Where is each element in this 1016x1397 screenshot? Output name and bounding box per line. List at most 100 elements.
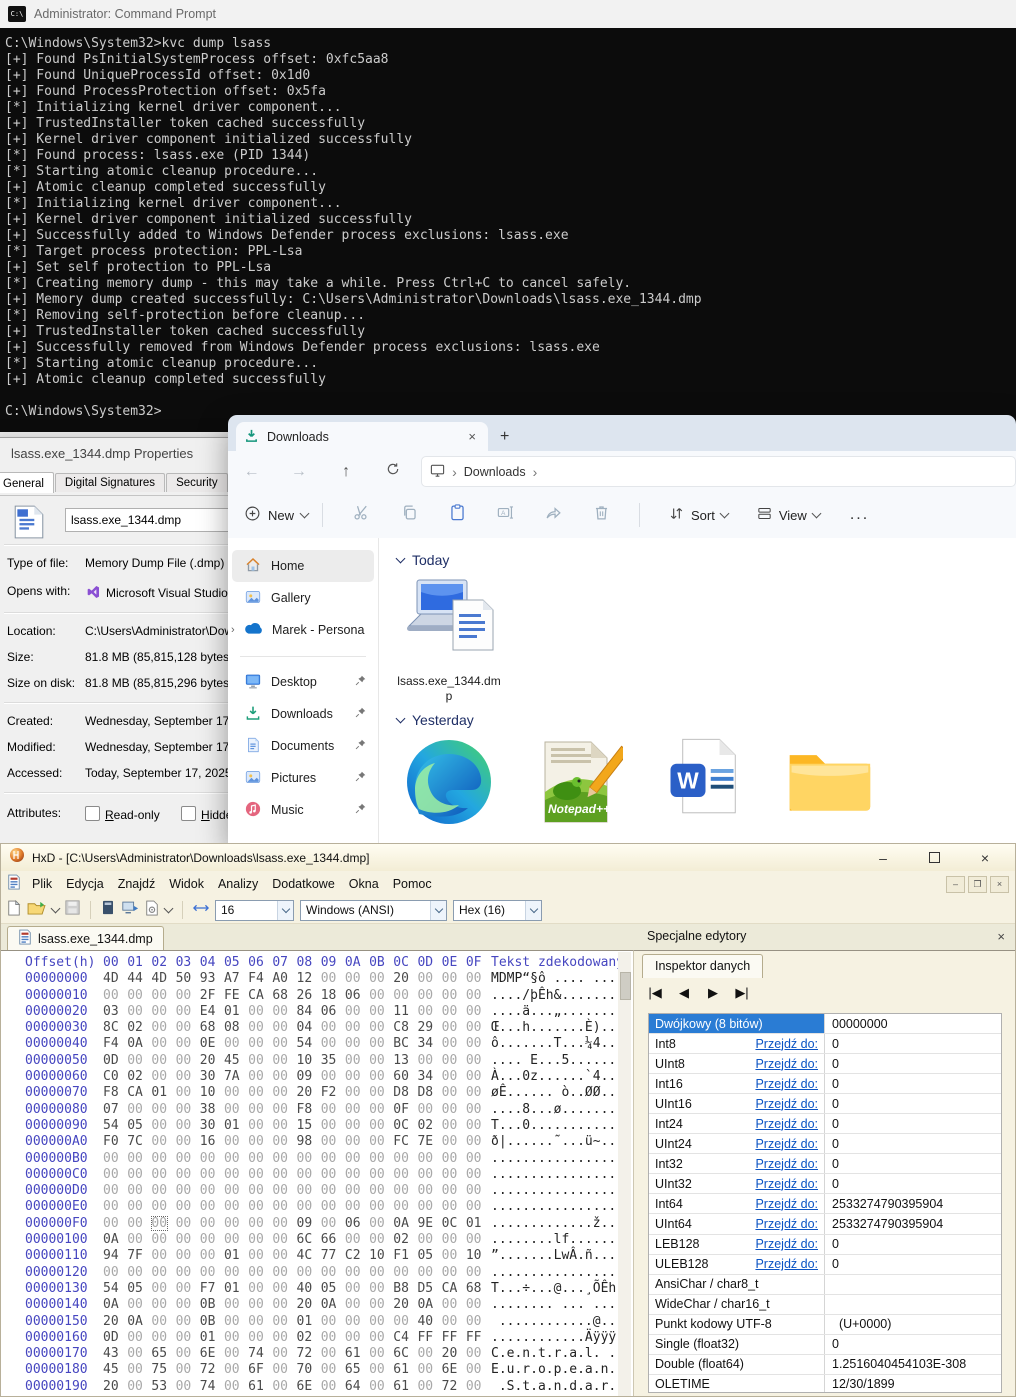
hex-byte[interactable]: 00 xyxy=(248,1053,272,1068)
hex-byte[interactable]: 00 xyxy=(151,1020,175,1035)
hex-byte[interactable]: 00 xyxy=(127,988,151,1003)
hex-byte[interactable]: 00 xyxy=(272,1232,296,1247)
hex-byte[interactable]: 61 xyxy=(393,1362,417,1377)
hex-byte[interactable]: 00 xyxy=(176,1053,200,1068)
hex-row[interactable]: 000001600D0000000100000002000000C4FFFFFF… xyxy=(1,1330,633,1346)
hex-byte[interactable]: 00 xyxy=(345,1036,369,1051)
hex-byte[interactable]: 00 xyxy=(127,1330,151,1345)
hex-byte[interactable]: 0C xyxy=(393,1118,417,1133)
hex-byte[interactable]: 00 xyxy=(417,1183,441,1198)
hex-byte[interactable]: 00 xyxy=(393,1183,417,1198)
hex-byte[interactable]: 00 xyxy=(272,1297,296,1312)
hex-row[interactable]: 0000019020005300740061006E00640061007200… xyxy=(1,1379,633,1395)
hex-byte[interactable]: 61 xyxy=(345,1346,369,1361)
hex-byte[interactable]: 00 xyxy=(151,1183,175,1198)
hex-byte[interactable]: 00 xyxy=(272,1346,296,1361)
inspector-row[interactable]: Dwójkowy (8 bitów)00000000 xyxy=(649,1014,1001,1034)
hex-byte[interactable]: 00 xyxy=(442,988,466,1003)
hex-byte[interactable]: 0E xyxy=(200,1036,224,1051)
hex-byte[interactable]: 00 xyxy=(151,1036,175,1051)
hex-byte[interactable]: 00 xyxy=(321,1151,345,1166)
hex-byte[interactable]: 0D xyxy=(103,1053,127,1068)
inspector-row[interactable]: Single (float32)0 xyxy=(649,1335,1001,1355)
hex-row[interactable]: 000001804500750072006F007000650061006E00… xyxy=(1,1362,633,1378)
command-prompt-titlebar[interactable]: C:\ Administrator: Command Prompt xyxy=(0,0,1016,28)
hex-byte[interactable]: 00 xyxy=(417,1004,441,1019)
hex-byte[interactable]: 00 xyxy=(321,1118,345,1133)
hex-byte[interactable]: 00 xyxy=(176,1004,200,1019)
panel-close-icon[interactable]: × xyxy=(997,929,1005,944)
view-button[interactable]: View xyxy=(756,505,820,525)
hex-byte[interactable]: 00 xyxy=(417,1167,441,1182)
hex-byte[interactable]: 7F xyxy=(127,1248,151,1263)
hex-byte[interactable]: 04 xyxy=(297,1020,321,1035)
hidden-checkbox[interactable] xyxy=(181,806,196,821)
hex-byte[interactable]: 00 xyxy=(321,1020,345,1035)
hex-byte[interactable]: 02 xyxy=(297,1330,321,1345)
hex-byte[interactable]: 00 xyxy=(248,1314,272,1329)
minimize-icon[interactable]: – xyxy=(861,850,905,866)
hex-byte[interactable]: 54 xyxy=(297,1036,321,1051)
hex-byte[interactable]: 00 xyxy=(369,1199,393,1214)
hex-byte[interactable]: 00 xyxy=(248,1134,272,1149)
inspector-row[interactable]: Punkt kodowy UTF-8 (U+0000) xyxy=(649,1315,1001,1335)
sidebar-item-downloads[interactable]: Downloads xyxy=(232,698,374,730)
hex-byte[interactable]: 50 xyxy=(176,971,200,986)
hex-byte[interactable]: 00 xyxy=(176,1248,200,1263)
paste-button[interactable] xyxy=(433,503,481,527)
menu-edycja[interactable]: Edycja xyxy=(59,877,111,891)
hex-byte[interactable]: 00 xyxy=(442,1314,466,1329)
hex-byte[interactable]: 0F xyxy=(393,1102,417,1117)
hex-byte[interactable]: 00 xyxy=(151,1151,175,1166)
hex-byte[interactable]: 00 xyxy=(151,1330,175,1345)
hex-byte[interactable]: 0B xyxy=(200,1297,224,1312)
inspector-row[interactable]: LEB128Przejdź do:0 xyxy=(649,1235,1001,1255)
hex-byte[interactable]: FF xyxy=(442,1330,466,1345)
hex-byte[interactable]: F7 xyxy=(200,1281,224,1296)
hex-byte[interactable]: 01 xyxy=(151,1085,175,1100)
hex-byte[interactable]: 20 xyxy=(200,1053,224,1068)
hex-byte[interactable]: 00 xyxy=(127,1199,151,1214)
hex-byte[interactable]: 00 xyxy=(369,1102,393,1117)
sidebar-item-documents[interactable]: Documents xyxy=(232,730,374,762)
hex-byte[interactable]: 26 xyxy=(297,988,321,1003)
hex-byte[interactable]: 00 xyxy=(103,1183,127,1198)
hex-row[interactable]: 00000110947F0000000100004C77C210F1050010… xyxy=(1,1248,633,1264)
hex-byte[interactable]: 00 xyxy=(248,1167,272,1182)
menu-znajdz[interactable]: Znajdź xyxy=(111,877,163,891)
hex-byte[interactable]: 00 xyxy=(224,1183,248,1198)
menu-okna[interactable]: Okna xyxy=(342,877,386,891)
hex-scrollbar[interactable] xyxy=(618,952,631,1396)
hex-byte[interactable]: 9E xyxy=(417,1216,441,1231)
hex-byte[interactable]: 00 xyxy=(297,1199,321,1214)
hex-byte[interactable]: 02 xyxy=(417,1118,441,1133)
hex-byte[interactable]: 16 xyxy=(200,1134,224,1149)
hex-byte[interactable]: 00 xyxy=(103,1265,127,1280)
hex-byte[interactable]: 7E xyxy=(417,1134,441,1149)
hex-byte[interactable]: 00 xyxy=(103,1167,127,1182)
hex-byte[interactable]: FF xyxy=(417,1330,441,1345)
hex-byte[interactable]: C0 xyxy=(103,1069,127,1084)
hex-byte[interactable]: 00 xyxy=(297,1265,321,1280)
hex-byte[interactable]: 20 xyxy=(297,1297,321,1312)
hex-byte[interactable]: 00 xyxy=(369,1216,393,1231)
address-bar[interactable]: › Downloads › xyxy=(421,456,1016,487)
hex-byte[interactable]: FC xyxy=(393,1134,417,1149)
hex-byte[interactable]: 00 xyxy=(466,1232,490,1247)
hex-byte[interactable]: 10 xyxy=(297,1053,321,1068)
hex-byte[interactable]: 4D xyxy=(151,971,175,986)
hex-byte[interactable]: 00 xyxy=(127,1297,151,1312)
hex-byte[interactable]: C2 xyxy=(345,1248,369,1263)
hex-byte[interactable]: 00 xyxy=(369,1151,393,1166)
hex-byte[interactable]: 06 xyxy=(345,988,369,1003)
hex-byte[interactable]: 00 xyxy=(151,1167,175,1182)
hex-byte[interactable]: 00 xyxy=(151,1216,168,1231)
menu-widok[interactable]: Widok xyxy=(162,877,211,891)
hex-byte[interactable]: 00 xyxy=(248,1102,272,1117)
hex-byte[interactable]: 00 xyxy=(345,1330,369,1345)
hex-byte[interactable]: 00 xyxy=(272,1362,296,1377)
hex-byte[interactable]: 00 xyxy=(224,1134,248,1149)
export-icon[interactable] xyxy=(121,900,139,920)
hex-byte[interactable]: 00 xyxy=(272,1102,296,1117)
hex-byte[interactable]: 00 xyxy=(176,1069,200,1084)
